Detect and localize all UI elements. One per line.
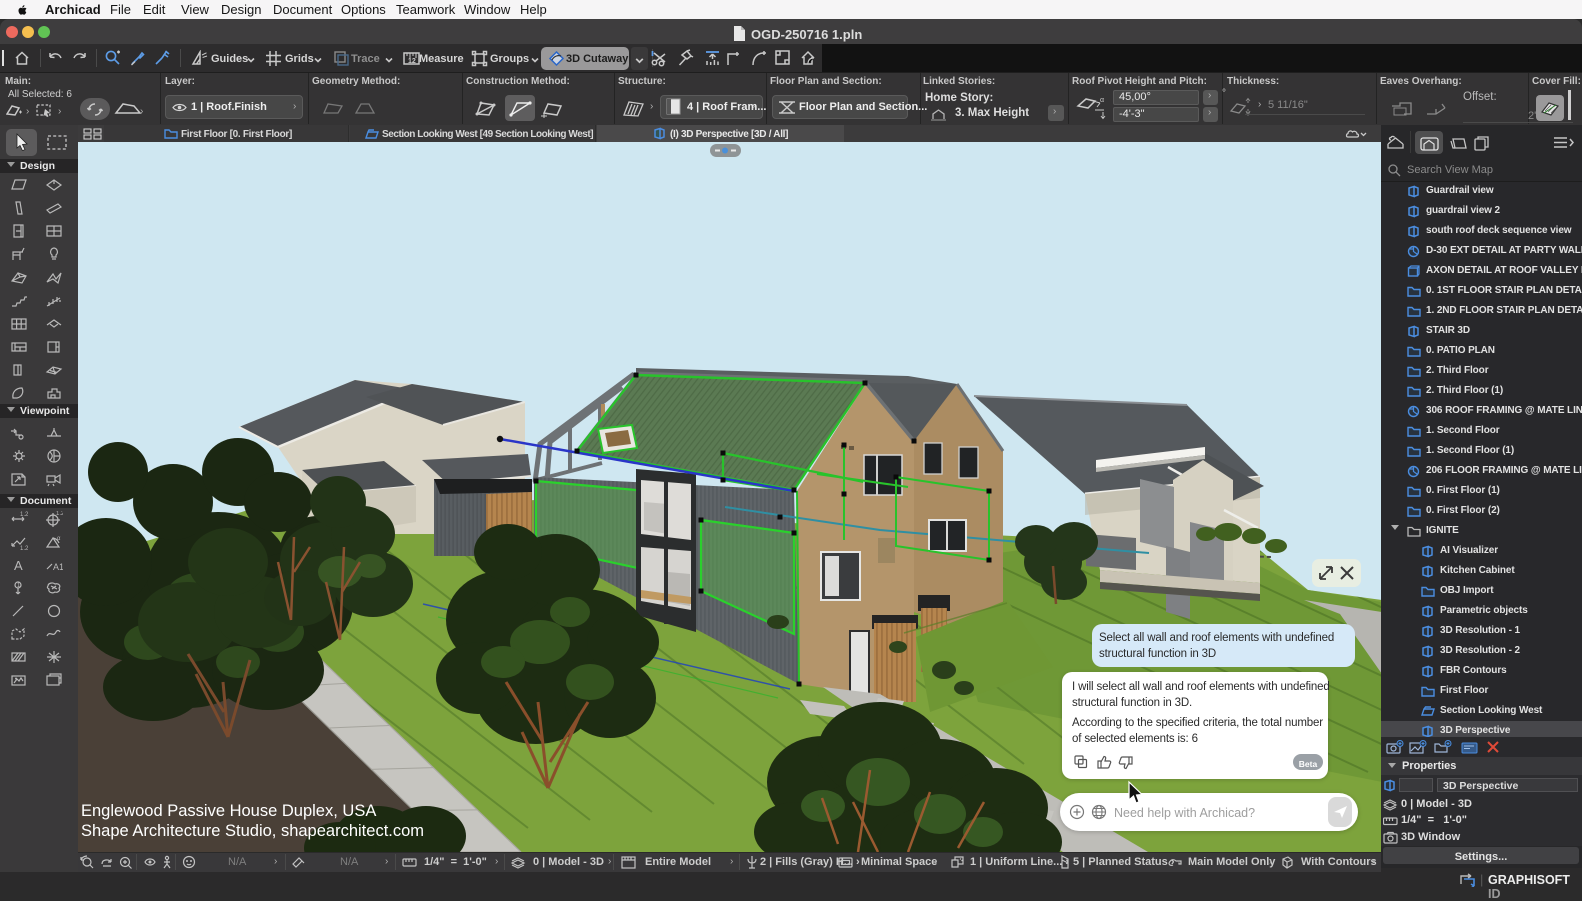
svg-text:α: α: [1100, 97, 1104, 104]
svg-text:Englewood Passive House Duplex: Englewood Passive House Duplex, USA: [81, 802, 376, 820]
svg-text:1.2: 1.2: [20, 512, 28, 518]
svg-text:α: α: [57, 536, 61, 542]
svg-text:1.2: 1.2: [56, 511, 63, 517]
svg-text:A: A: [14, 558, 23, 573]
svg-text:A1: A1: [53, 562, 63, 572]
svg-text:12: 12: [408, 58, 416, 65]
svg-text:1.2: 1.2: [20, 546, 28, 551]
svg-text:Shape Architecture Studio, sha: Shape Architecture Studio, shapearchitec…: [81, 822, 424, 840]
